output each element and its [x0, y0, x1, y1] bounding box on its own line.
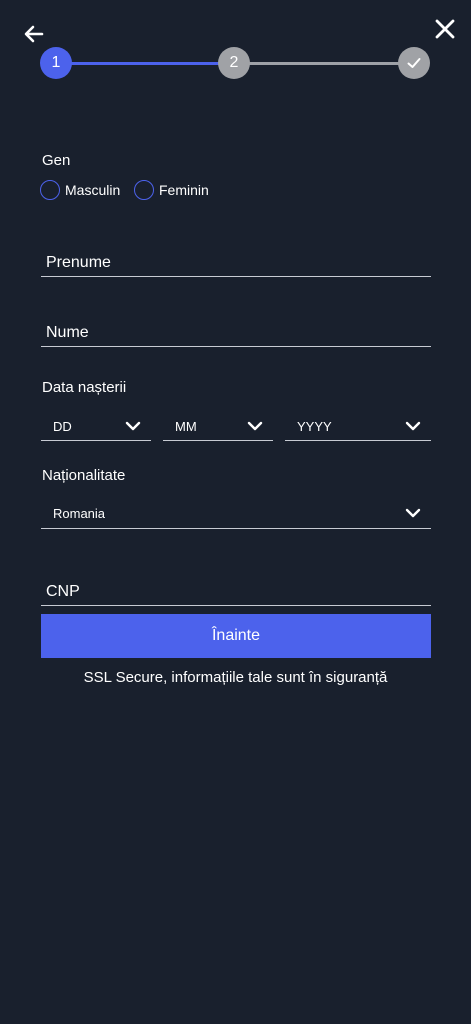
nationality-label: Naționalitate: [42, 467, 126, 484]
birth-date-label: Data nașterii: [42, 379, 127, 396]
birth-year-select[interactable]: YYYY: [285, 412, 431, 440]
cnp-underline: [41, 605, 431, 606]
next-button[interactable]: Înainte: [41, 614, 431, 658]
first-name-input[interactable]: [41, 250, 431, 276]
last-name-input[interactable]: [41, 320, 431, 346]
birth-month-select[interactable]: MM: [163, 412, 273, 440]
masculin-label: Masculin: [65, 182, 121, 198]
masculin-radio[interactable]: [40, 180, 60, 200]
nationality-select[interactable]: Romania: [41, 499, 431, 527]
ssl-secure-note: SSL Secure, informațiile tale sunt în si…: [83, 669, 388, 686]
feminin-radio[interactable]: [134, 180, 154, 200]
birth-day-value: DD: [53, 418, 72, 434]
step-1-indicator: 1: [40, 47, 72, 79]
birth-year-underline: [285, 440, 431, 441]
step-2-indicator: 2: [218, 47, 250, 79]
gender-option-feminin[interactable]: Feminin: [134, 180, 209, 200]
gender-option-masculin[interactable]: Masculin: [40, 180, 120, 200]
birth-year-value: YYYY: [297, 418, 332, 434]
stepper-line-pending: [236, 62, 414, 65]
nationality-underline: [41, 528, 431, 529]
chevron-down-icon: [125, 421, 141, 431]
first-name-underline: [41, 276, 431, 277]
gender-label: Gen: [42, 152, 71, 169]
arrow-left-icon: [24, 25, 44, 43]
nationality-value: Romania: [53, 505, 106, 521]
cnp-input[interactable]: [41, 579, 431, 605]
close-button[interactable]: [430, 14, 460, 44]
progress-stepper: 1 2: [40, 47, 432, 81]
chevron-down-icon: [247, 421, 263, 431]
feminin-label: Feminin: [159, 182, 209, 198]
chevron-down-icon: [405, 421, 421, 431]
checkmark-icon: [407, 58, 421, 68]
close-icon: [435, 19, 455, 39]
birth-month-underline: [163, 440, 273, 441]
step-complete-indicator: [398, 47, 430, 79]
chevron-down-icon: [405, 508, 421, 518]
stepper-line-completed: [56, 62, 236, 65]
last-name-underline: [41, 346, 431, 347]
birth-month-value: MM: [175, 418, 197, 434]
step-2-label: 2: [229, 54, 239, 71]
birth-day-underline: [41, 440, 151, 441]
step-1-label: 1: [51, 54, 61, 71]
birth-day-select[interactable]: DD: [41, 412, 151, 440]
back-button[interactable]: [20, 20, 48, 48]
